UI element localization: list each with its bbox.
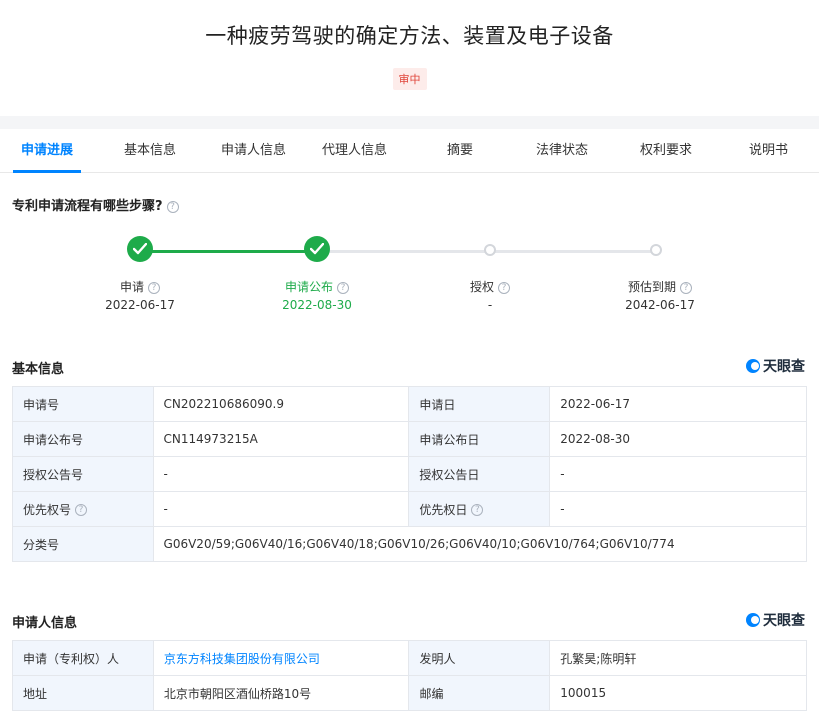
- field-label: 申请（专利权）人: [12, 640, 154, 676]
- field-label: 发明人: [408, 640, 551, 676]
- field-label: 申请日: [408, 386, 551, 422]
- step-date: 2022-06-17: [105, 298, 175, 312]
- field-label: 地址: [12, 675, 154, 711]
- basic-info-heading: 基本信息: [12, 362, 65, 377]
- field-label: 优先权日?: [408, 491, 551, 527]
- field-value: 100015: [549, 675, 807, 711]
- help-icon[interactable]: ?: [471, 504, 484, 516]
- help-icon[interactable]: ?: [75, 504, 88, 516]
- tianyancha-logo-icon: [746, 359, 760, 373]
- brand-logo: 天眼查: [746, 610, 805, 630]
- field-label: 优先权号?: [12, 491, 154, 527]
- tab-claims[interactable]: 权利要求: [640, 129, 692, 173]
- field-label: 申请公布号: [12, 421, 154, 457]
- field-value: 2022-08-30: [549, 421, 807, 457]
- progress-steps: 申请? 2022-06-17 申请公布? 2022-08-30 授权? - 预估…: [0, 236, 819, 326]
- tab-bar: 申请进展 基本信息 申请人信息 代理人信息 摘要 法律状态 权利要求 说明书: [0, 129, 819, 173]
- help-icon[interactable]: ?: [680, 281, 692, 294]
- field-value: CN114973215A: [152, 421, 410, 457]
- step-date: 2042-06-17: [625, 298, 695, 312]
- tab-description[interactable]: 说明书: [749, 129, 788, 173]
- table-row: 优先权号? - 优先权日? -: [12, 491, 807, 527]
- field-label: 申请号: [12, 386, 154, 422]
- step-label: 申请公布?: [247, 278, 387, 295]
- progress-line-done: [140, 250, 317, 253]
- tab-applicant-info[interactable]: 申请人信息: [221, 129, 286, 173]
- field-value: -: [549, 491, 807, 527]
- tab-legal-status[interactable]: 法律状态: [536, 129, 588, 173]
- brand-logo: 天眼查: [746, 356, 805, 376]
- tab-basic-info[interactable]: 基本信息: [124, 129, 176, 173]
- field-label: 分类号: [12, 526, 154, 562]
- check-icon: [304, 236, 330, 262]
- tab-progress[interactable]: 申请进展: [12, 129, 82, 173]
- step-date: -: [487, 298, 493, 312]
- pending-dot-icon: [650, 244, 662, 256]
- tab-abstract[interactable]: 摘要: [447, 129, 473, 173]
- field-value: 孔繁昊;陈明轩: [549, 640, 807, 676]
- step-label: 预估到期?: [590, 278, 730, 295]
- table-row: 地址 北京市朝阳区酒仙桥路10号 邮编 100015: [12, 675, 807, 711]
- help-icon[interactable]: ?: [337, 281, 349, 294]
- field-label: 邮编: [408, 675, 551, 711]
- pending-dot-icon: [484, 244, 496, 256]
- divider-band: [0, 116, 819, 129]
- field-value: 2022-06-17: [549, 386, 807, 422]
- field-value: -: [152, 491, 410, 527]
- tab-agent-info[interactable]: 代理人信息: [322, 129, 387, 173]
- field-value: 北京市朝阳区酒仙桥路10号: [152, 675, 410, 711]
- field-value: -: [152, 456, 410, 492]
- check-icon: [127, 236, 153, 262]
- table-row: 授权公告号 - 授权公告日 -: [12, 456, 807, 492]
- patent-header: 一种疲劳驾驶的确定方法、装置及电子设备 审中: [0, 0, 819, 116]
- step-label: 申请?: [70, 278, 210, 295]
- help-icon[interactable]: ?: [148, 281, 160, 294]
- table-row: 申请公布号 CN114973215A 申请公布日 2022-08-30: [12, 421, 807, 457]
- field-label: 授权公告号: [12, 456, 154, 492]
- applicant-info-heading: 申请人信息: [12, 616, 78, 631]
- applicant-link[interactable]: 京东方科技集团股份有限公司: [152, 640, 410, 676]
- table-row: 分类号 G06V20/59;G06V40/16;G06V40/18;G06V10…: [12, 526, 808, 562]
- basic-info-table: 申请号 CN202210686090.9 申请日 2022-06-17 申请公布…: [12, 386, 808, 562]
- progress-heading: 专利申请流程有哪些步骤??: [12, 195, 179, 214]
- field-value: CN202210686090.9: [152, 386, 410, 422]
- help-icon[interactable]: ?: [166, 200, 179, 213]
- step-date: 2022-08-30: [282, 298, 352, 312]
- step-label: 授权?: [420, 278, 560, 295]
- field-label: 授权公告日: [408, 456, 551, 492]
- table-row: 申请（专利权）人 京东方科技集团股份有限公司 发明人 孔繁昊;陈明轩: [12, 640, 807, 676]
- patent-title: 一种疲劳驾驶的确定方法、装置及电子设备: [205, 24, 614, 48]
- status-badge: 审中: [392, 68, 427, 90]
- table-row: 申请号 CN202210686090.9 申请日 2022-06-17: [12, 386, 807, 422]
- classification-value: G06V20/59;G06V40/16;G06V40/18;G06V10/26;…: [152, 526, 808, 562]
- progress-heading-text: 专利申请流程有哪些步骤?: [12, 199, 163, 214]
- field-label: 申请公布日: [408, 421, 551, 457]
- tianyancha-logo-icon: [746, 613, 760, 627]
- applicant-info-table: 申请（专利权）人 京东方科技集团股份有限公司 发明人 孔繁昊;陈明轩 地址 北京…: [12, 640, 807, 711]
- help-icon[interactable]: ?: [498, 281, 510, 294]
- field-value: -: [549, 456, 807, 492]
